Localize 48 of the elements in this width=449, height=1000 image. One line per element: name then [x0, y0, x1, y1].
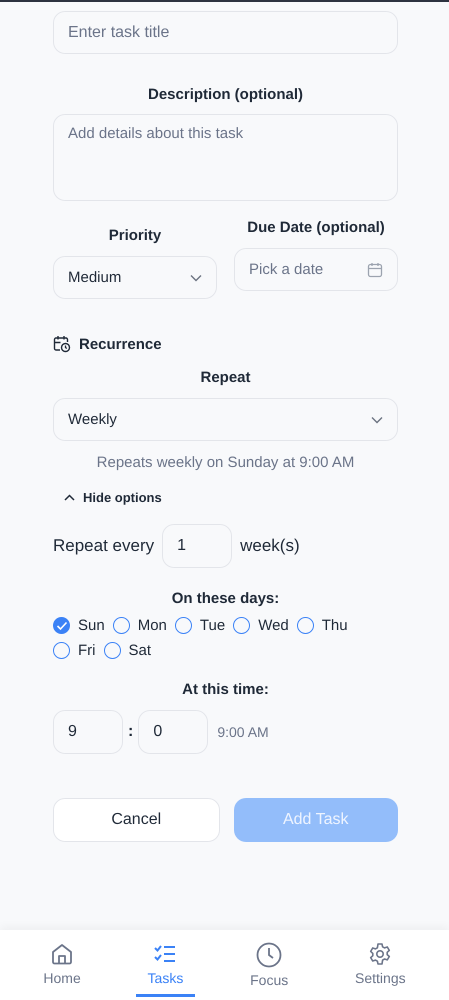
- days-label: On these days:: [172, 590, 280, 607]
- nav-tab[interactable]: Tasks: [136, 930, 196, 997]
- calendar-clock-icon: [53, 335, 71, 353]
- day-checkbox[interactable]: Thu: [296, 617, 348, 634]
- repeat-select[interactable]: Weekly: [53, 398, 398, 441]
- checkbox-circle[interactable]: [174, 617, 192, 634]
- home-icon: [50, 942, 74, 966]
- chevron-down-icon: [190, 274, 202, 282]
- repeat-label: Repeat: [200, 369, 251, 386]
- nav-tab[interactable]: Home: [31, 930, 93, 997]
- description-label: Description (optional): [148, 86, 303, 103]
- chevron-down-icon: [371, 416, 383, 424]
- hide-options-button[interactable]: Hide options: [53, 490, 162, 505]
- day-checkbox[interactable]: Mon: [112, 617, 167, 634]
- settings-icon: [368, 942, 392, 966]
- day-checkbox[interactable]: Tue: [174, 617, 226, 634]
- minute-field[interactable]: 0: [138, 710, 208, 754]
- clock-icon: [256, 942, 282, 968]
- time-separator: :: [128, 723, 134, 741]
- date-field[interactable]: Pick a date: [234, 248, 398, 291]
- cancel-button[interactable]: Cancel: [53, 798, 220, 842]
- title-field[interactable]: Enter task title: [53, 11, 398, 54]
- description-field[interactable]: Add details about this task: [53, 114, 398, 201]
- due-date-label: Due Date (optional): [247, 219, 385, 236]
- recurrence-heading: Recurrence: [79, 336, 162, 352]
- interval-unit: week(s): [240, 536, 300, 556]
- priority-select[interactable]: Medium: [53, 256, 217, 299]
- day-checkbox[interactable]: Sun: [53, 617, 105, 634]
- recurrence-summary: Repeats weekly on Sunday at 9:00 AM: [96, 454, 354, 471]
- day-checkbox[interactable]: Fri: [53, 642, 96, 659]
- calendar-icon: [367, 262, 383, 278]
- time-preview: 9:00 AM: [217, 724, 269, 740]
- checkbox-circle[interactable]: [53, 617, 70, 634]
- nav-tab[interactable]: Settings: [343, 930, 418, 997]
- checkbox-circle[interactable]: [296, 617, 314, 634]
- checkbox-circle[interactable]: [104, 642, 120, 659]
- repeat-every-label: Repeat every: [53, 536, 154, 556]
- checkbox-circle[interactable]: [112, 617, 130, 634]
- checkbox-circle[interactable]: [233, 617, 250, 634]
- checkbox-circle[interactable]: [53, 642, 70, 659]
- priority-label: Priority: [108, 227, 162, 244]
- nav-tab[interactable]: Focus: [238, 930, 300, 999]
- interval-field[interactable]: 1: [162, 524, 232, 568]
- chevron-up-icon: [64, 494, 75, 501]
- day-checkbox[interactable]: Wed: [233, 617, 289, 634]
- day-checkbox[interactable]: Sat: [104, 642, 152, 659]
- time-label: At this time:: [182, 681, 269, 698]
- hour-field[interactable]: 9: [53, 710, 123, 754]
